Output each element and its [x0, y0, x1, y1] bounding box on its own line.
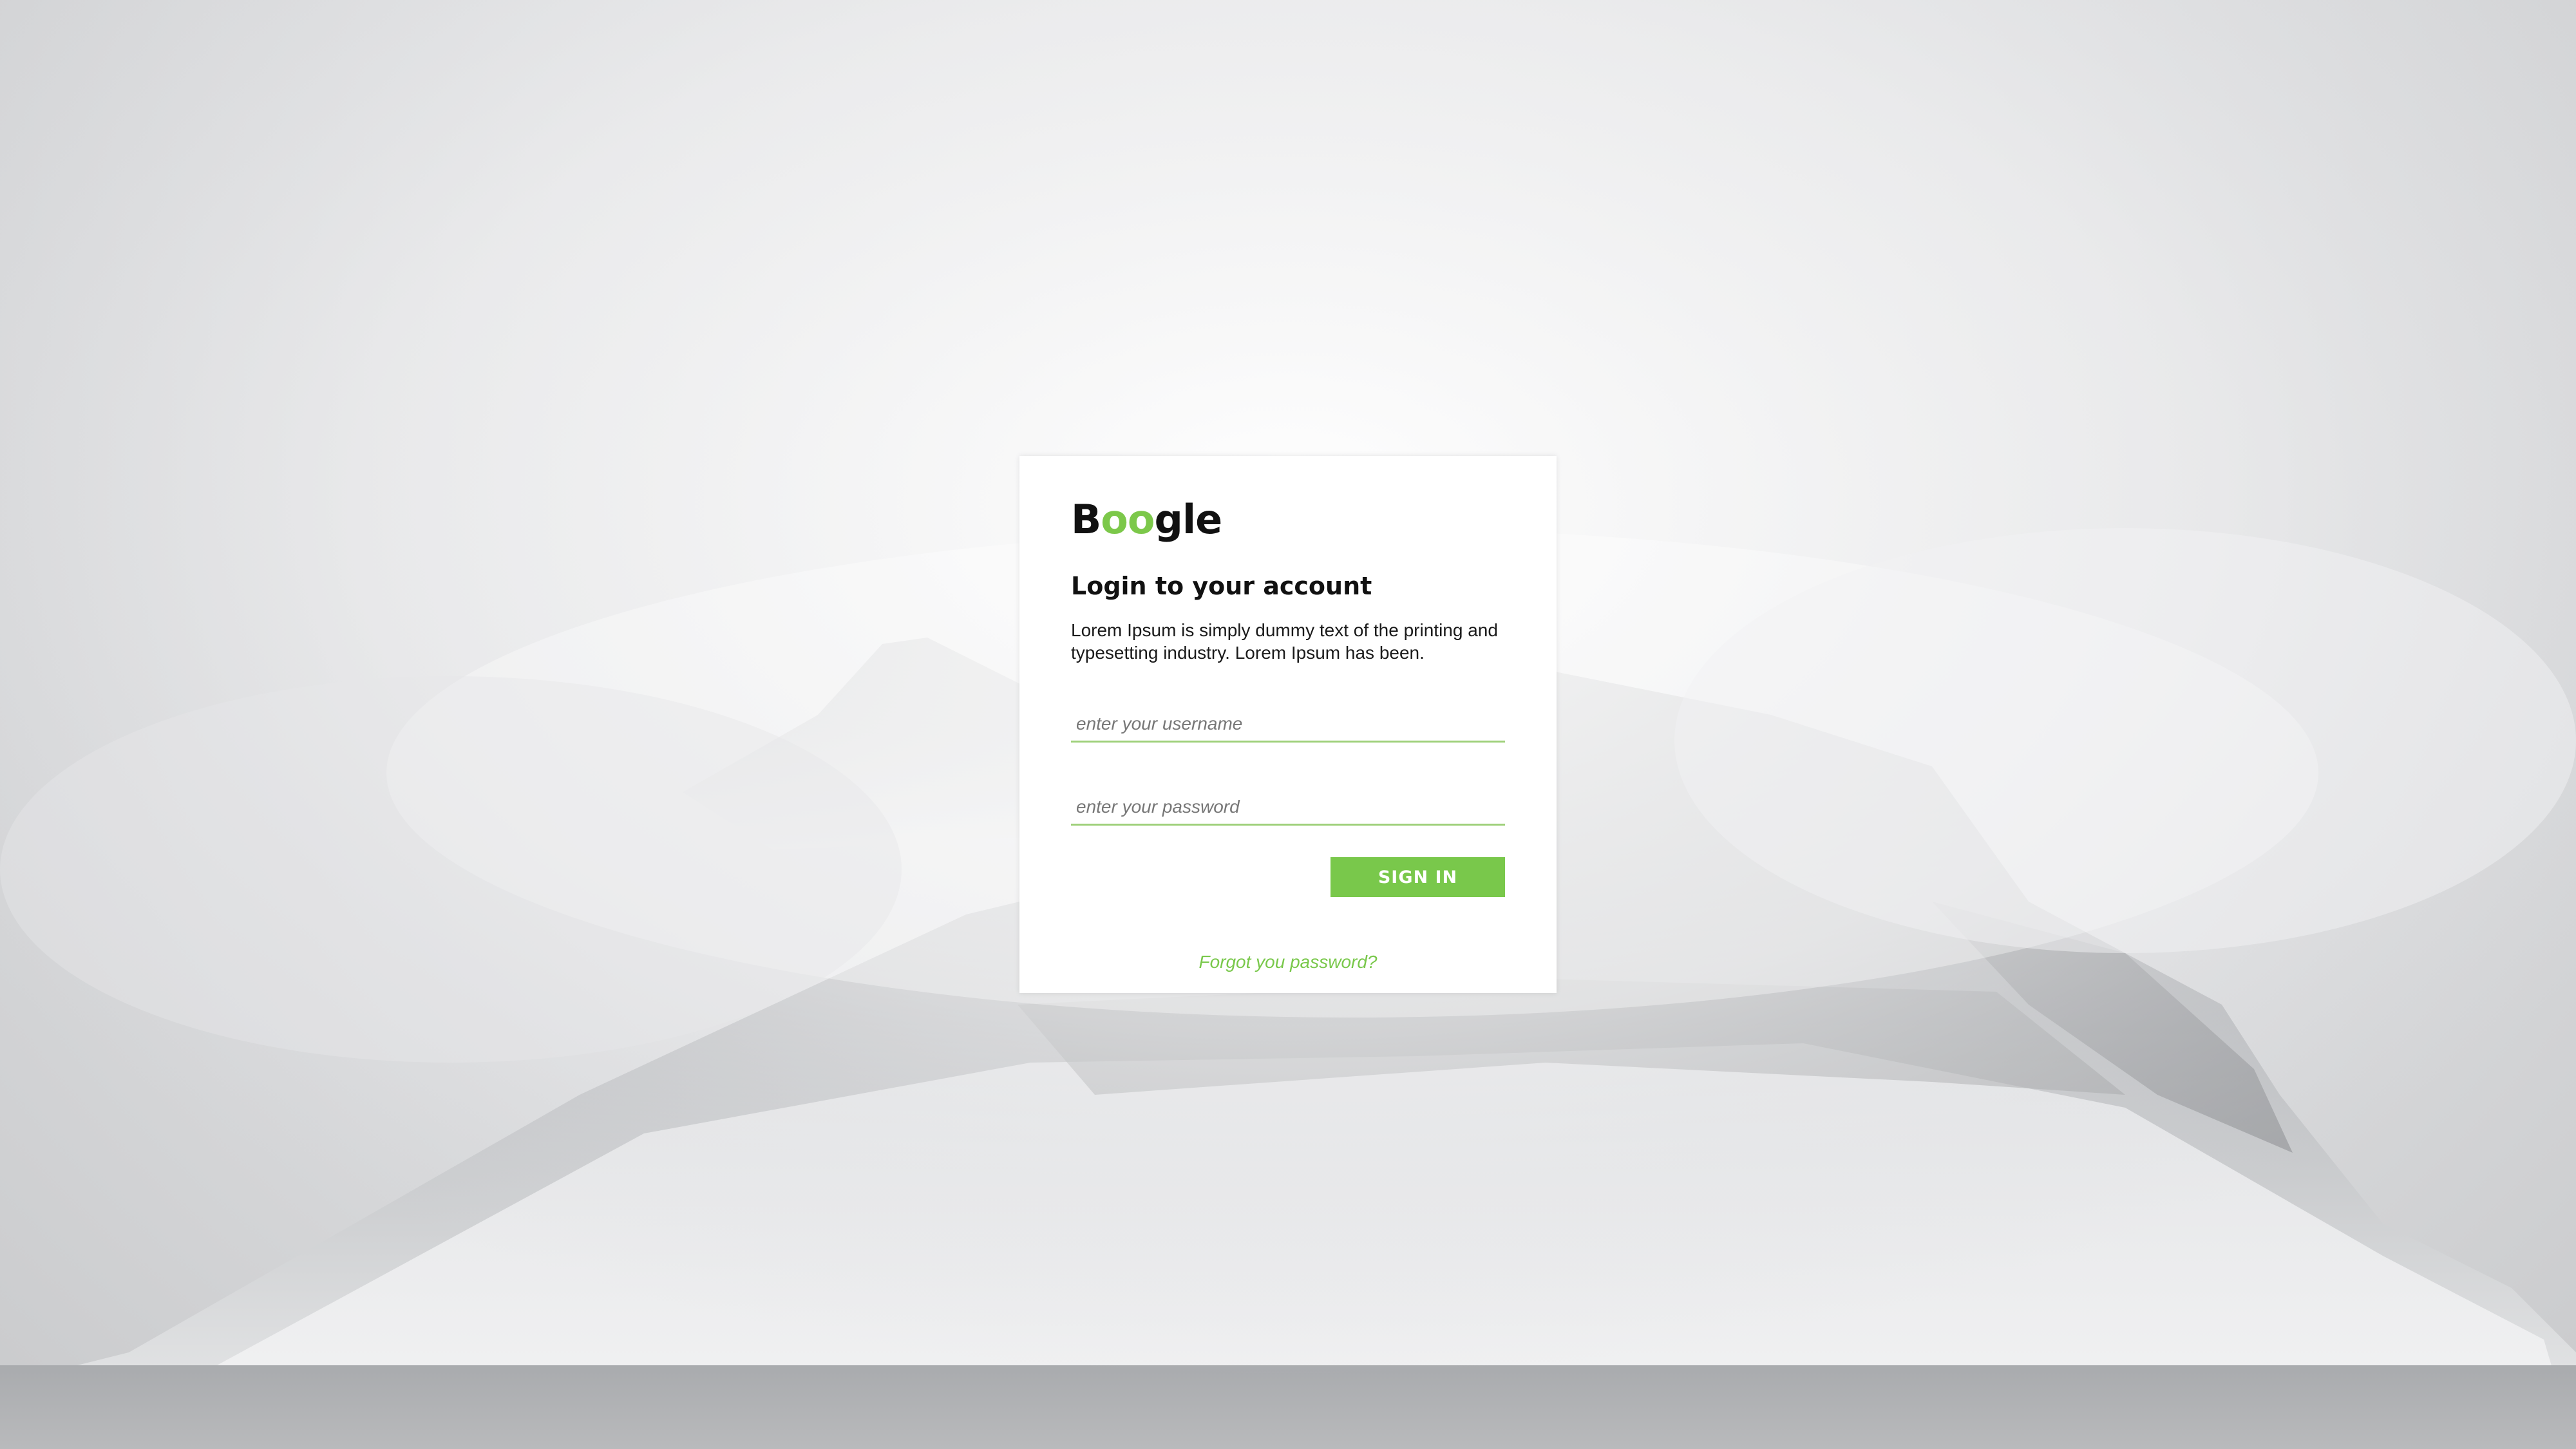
forgot-password-link[interactable]: Forgot you password? — [1019, 952, 1557, 972]
logo-letters-gle: gle — [1154, 496, 1222, 543]
login-page: Boogle Login to your account Lorem Ipsum… — [0, 0, 2576, 1449]
brand-logo: Boogle — [1071, 500, 1222, 540]
username-input[interactable] — [1071, 706, 1505, 743]
logo-letter-b: B — [1071, 496, 1101, 543]
sign-in-button[interactable]: SIGN IN — [1331, 857, 1505, 897]
login-description: Lorem Ipsum is simply dummy text of the … — [1071, 620, 1498, 663]
logo-letters-oo: oo — [1101, 496, 1155, 543]
login-card: Boogle Login to your account Lorem Ipsum… — [1019, 456, 1557, 993]
login-title: Login to your account — [1071, 572, 1372, 600]
password-input[interactable] — [1071, 790, 1505, 826]
